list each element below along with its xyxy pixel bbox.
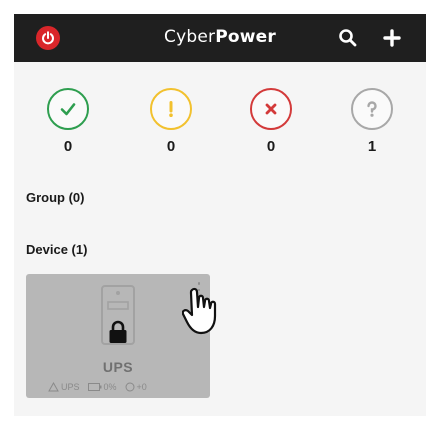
check-icon: [60, 103, 76, 116]
status-unknown-count: 1: [367, 138, 377, 155]
top-bar: CyberPower: [14, 14, 426, 62]
status-normal-badge: [47, 88, 89, 130]
status-normal-count: 0: [63, 138, 73, 155]
device-extra-stat: +0: [125, 382, 147, 392]
warning-triangle-icon: [48, 382, 59, 392]
app-screen: CyberPower 0 0 0 1 Group (0) Device (1) …: [14, 14, 426, 416]
status-warning-count: 0: [166, 138, 176, 155]
clock-icon: [125, 382, 135, 392]
x-icon: [265, 103, 277, 115]
app-title-part: Cyber: [164, 27, 216, 47]
device-type-stat: UPS: [48, 382, 80, 392]
status-warning-badge: [150, 88, 192, 130]
status-critical-count: 0: [266, 138, 276, 155]
content-sheet: 0 0 0 1 Group (0) Device (1) UPS UPS 0% …: [14, 62, 426, 416]
app-title-bold: Power: [215, 27, 276, 47]
status-critical[interactable]: 0: [241, 88, 301, 155]
add-button[interactable]: [380, 26, 404, 50]
status-normal[interactable]: 0: [38, 88, 98, 155]
device-stats: UPS 0% +0: [48, 380, 151, 394]
app-title: CyberPower: [14, 27, 426, 47]
hand-pointer-icon: [182, 287, 217, 335]
group-section-title[interactable]: Group (0): [26, 190, 85, 205]
device-extra-text: +0: [136, 382, 147, 392]
status-unknown[interactable]: 1: [342, 88, 402, 155]
device-load-text: 0%: [103, 382, 117, 392]
status-warning[interactable]: 0: [141, 88, 201, 155]
device-type-text: UPS: [61, 382, 80, 392]
lock-icon: [109, 320, 127, 343]
status-critical-badge: [250, 88, 292, 130]
plus-icon: [383, 29, 401, 47]
exclamation-icon: [169, 101, 173, 117]
main-content: 0 0 0 1 Group (0) Device (1) UPS UPS 0% …: [14, 62, 426, 416]
status-unknown-badge: [351, 88, 393, 130]
search-button[interactable]: [336, 26, 360, 50]
device-load-stat: 0%: [87, 382, 117, 392]
device-section-title[interactable]: Device (1): [26, 242, 87, 257]
battery-icon: [87, 383, 102, 391]
search-icon: [339, 29, 357, 47]
device-name: UPS: [102, 359, 134, 375]
question-icon: [367, 101, 377, 117]
